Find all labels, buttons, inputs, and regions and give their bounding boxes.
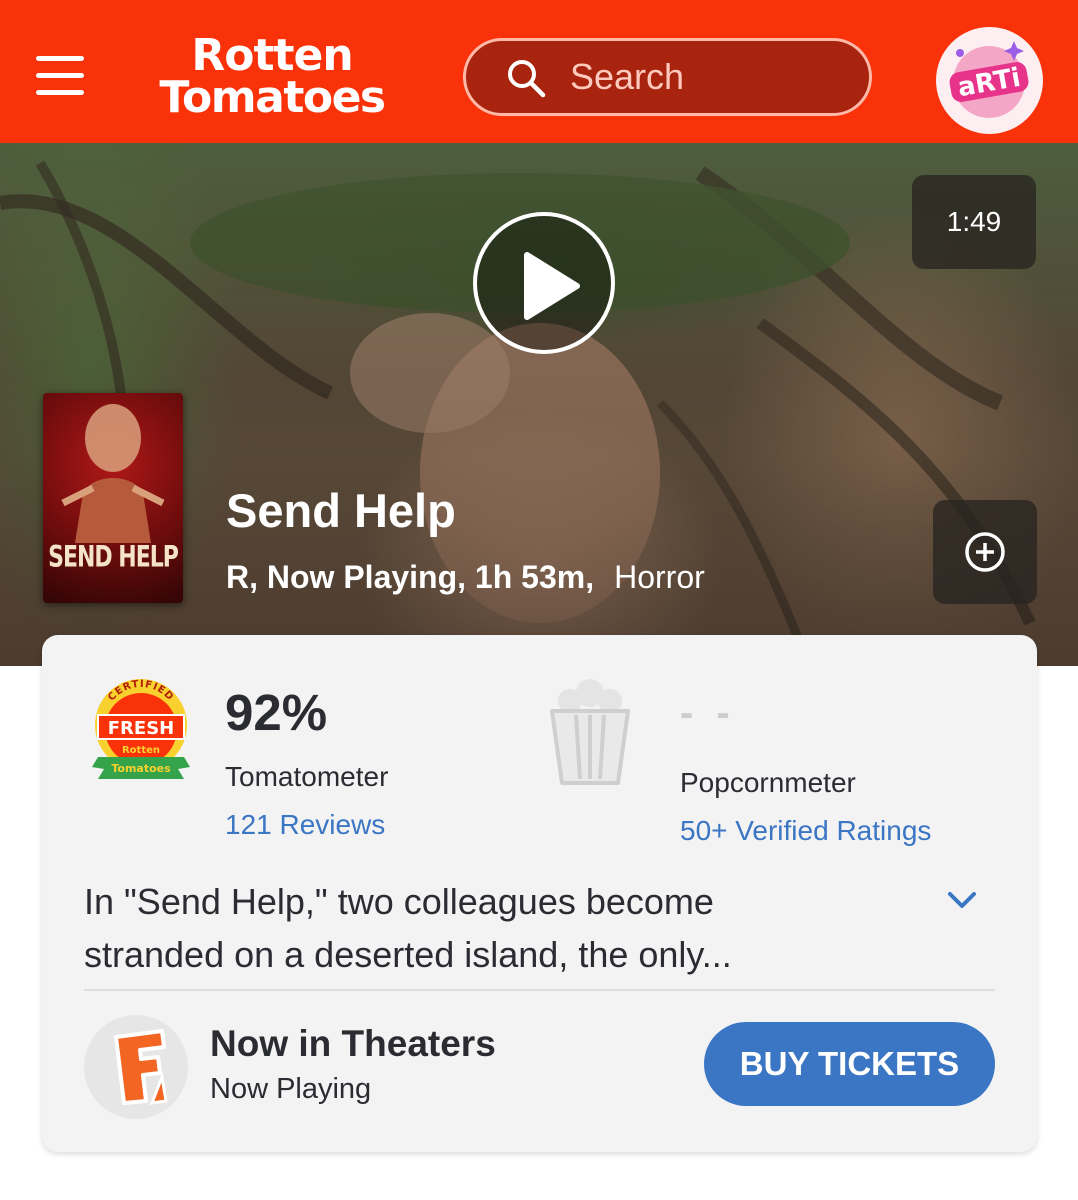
rotten-tomatoes-logo[interactable]: Rotten Tomatoes — [132, 30, 412, 123]
arti-logo-icon: aRTi — [949, 41, 1029, 118]
tomatometer-label: Tomatometer — [225, 761, 389, 792]
certified-fresh-icon: CERTIFIED FRESH Rotten Tomatoes — [92, 679, 190, 779]
badge-line-1: Rotten — [122, 745, 160, 756]
movie-genre: Horror — [614, 559, 705, 595]
video-duration-badge: 1:49 — [912, 175, 1036, 269]
add-to-watchlist-button[interactable] — [933, 500, 1037, 604]
movie-poster[interactable]: SEND HELP — [43, 393, 183, 603]
popcornmeter-label: Popcornmeter — [680, 767, 856, 798]
reviews-link[interactable]: 121 Reviews — [225, 809, 385, 841]
poster-art — [61, 404, 165, 543]
plus-circle-icon — [965, 532, 1005, 572]
tomatometer-score: 92% — [225, 684, 328, 741]
fandango-icon — [84, 1015, 188, 1119]
popcornmeter-score: - - — [680, 691, 736, 735]
play-icon — [524, 252, 580, 320]
logo-line-1: Rotten — [191, 30, 353, 81]
top-header: Rotten Tomatoes aRTi — [0, 0, 1078, 143]
synopsis-text: In "Send Help," two colleagues become st… — [84, 881, 732, 975]
poster-title: SEND HELP — [48, 540, 179, 575]
movie-meta: R, Now Playing, 1h 53m, Horror — [226, 559, 705, 596]
hamburger-menu-icon[interactable] — [36, 56, 84, 96]
logo-line-2: Tomatoes — [159, 72, 386, 123]
badge-line-2: Tomatoes — [111, 762, 171, 775]
search-icon — [508, 60, 546, 98]
now-in-theaters-title: Now in Theaters — [210, 1023, 496, 1064]
movie-meta-primary: R, Now Playing, 1h 53m, — [226, 559, 595, 595]
empty-popcorn-bucket-icon — [550, 679, 630, 785]
card-divider — [84, 989, 995, 991]
search-bar[interactable] — [463, 38, 872, 116]
movie-title: Send Help — [226, 484, 456, 537]
buy-tickets-button[interactable]: BUY TICKETS — [704, 1022, 995, 1106]
verified-ratings-link[interactable]: 50+ Verified Ratings — [680, 815, 931, 847]
trailer-hero[interactable]: 1:49 SEND HELP Send Help R, Now Playing,… — [0, 143, 1078, 666]
now-playing-subtitle: Now Playing — [210, 1073, 372, 1105]
arti-avatar-button[interactable]: aRTi — [936, 27, 1043, 134]
badge-main-text: FRESH — [108, 718, 174, 739]
play-trailer-button[interactable] — [473, 212, 615, 354]
score-card: CERTIFIED FRESH Rotten Tomatoes 92% Toma… — [42, 635, 1037, 1152]
search-input[interactable] — [570, 55, 850, 99]
chevron-down-icon[interactable] — [942, 885, 982, 915]
